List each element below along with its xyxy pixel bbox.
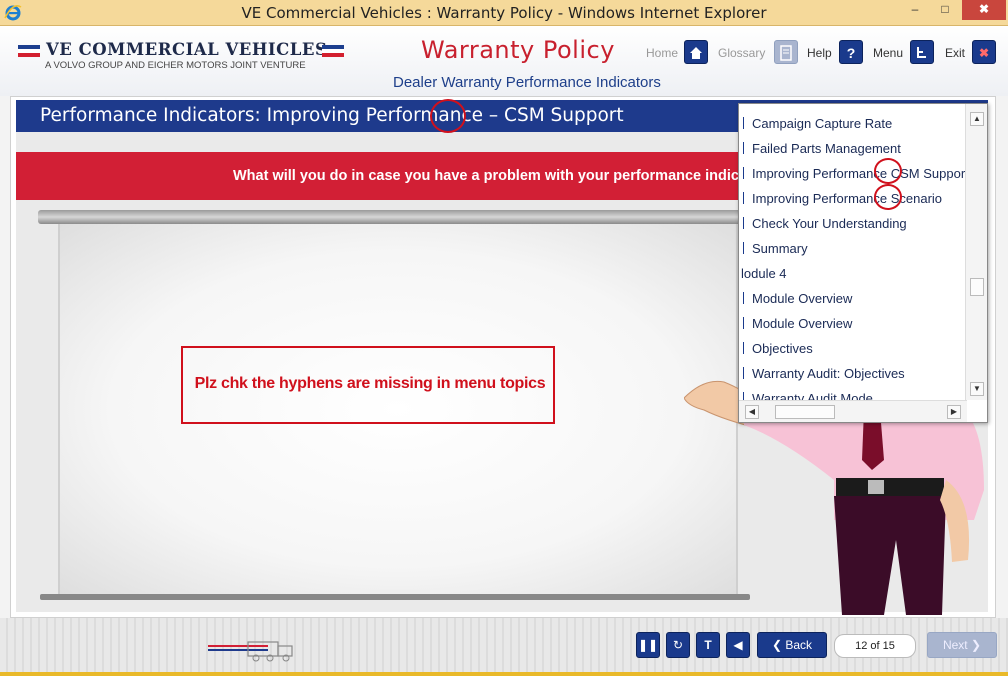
transcript-button[interactable]: T (696, 632, 720, 658)
menu-item-label: Summary (752, 241, 808, 256)
course-title: Warranty Policy (421, 36, 615, 64)
menu-item-label: Improving Performance CSM Suppor (752, 166, 965, 181)
flag-icon (322, 45, 344, 57)
menu-item-marker (743, 392, 744, 400)
menu-item-label: Campaign Capture Rate (752, 116, 893, 131)
help-button[interactable]: ? (839, 40, 863, 64)
course-header: VE COMMERCIAL VEHICLES A VOLVO GROUP AND… (0, 26, 1008, 96)
scroll-thumb[interactable] (970, 278, 984, 296)
menu-item-marker (743, 292, 744, 304)
scroll-right-arrow-icon[interactable]: ▶ (947, 405, 961, 419)
menu-vertical-scrollbar[interactable]: ▲ ▼ (965, 104, 987, 400)
menu-item-label: Improving Performance Scenario (752, 191, 943, 206)
menu-item[interactable]: Improving Performance Scenario (743, 189, 942, 209)
menu-item-label: Check Your Understanding (752, 216, 907, 231)
course-subtitle: Dealer Warranty Performance Indicators (393, 74, 661, 91)
menu-item-label: Module Overview (752, 316, 853, 331)
menu-item-label: Warranty Audit: Objectives (752, 366, 905, 381)
minimize-button[interactable]: – (902, 0, 928, 20)
flag-icon (18, 45, 40, 57)
menu-item-marker (743, 317, 744, 329)
scroll-down-arrow-icon[interactable]: ▼ (970, 382, 984, 396)
review-circle-marker (874, 158, 902, 184)
back-arrow-icon: ❮ (771, 638, 783, 652)
back-button[interactable]: ❮ Back (757, 632, 827, 658)
projector-screen-bottom (40, 594, 750, 600)
menu-item[interactable]: Objectives (743, 339, 813, 359)
scroll-left-arrow-icon[interactable]: ◀ (745, 405, 759, 419)
review-circle-marker (874, 184, 902, 210)
window-title: VE Commercial Vehicles : Warranty Policy… (241, 4, 767, 22)
menu-item-marker (743, 167, 744, 179)
audio-button[interactable]: ◀ (726, 632, 750, 658)
page-title: Performance Indicators: Improving Perfor… (40, 105, 624, 126)
menu-horizontal-scrollbar[interactable]: ◀ ▶ (739, 400, 967, 422)
exit-label: Exit (945, 46, 966, 60)
scroll-up-arrow-icon[interactable]: ▲ (970, 112, 984, 126)
question-text: What will you do in case you have a prob… (233, 168, 752, 184)
menu-item-marker (743, 192, 744, 204)
menu-item-label: Failed Parts Management (752, 141, 901, 156)
next-label: Next (942, 638, 968, 652)
page-indicator: 12 of 15 (834, 634, 916, 658)
back-label: Back (785, 638, 813, 652)
menu-item-marker (743, 142, 744, 154)
menu-item-label: Warranty Audit Mode (752, 391, 873, 400)
menu-item[interactable]: Module Overview (743, 289, 852, 309)
glossary-button[interactable] (774, 40, 798, 64)
menu-module-heading[interactable]: lodule 4 (741, 264, 787, 284)
menu-label: Menu (873, 46, 904, 60)
menu-item-label: Module Overview (752, 291, 853, 306)
menu-item-label: lodule 4 (741, 266, 787, 281)
menu-item[interactable]: Warranty Audit Mode (743, 389, 873, 400)
menu-item[interactable]: Campaign Capture Rate (743, 114, 892, 134)
ve-logo: VE COMMERCIAL VEHICLES A VOLVO GROUP AND… (18, 40, 348, 88)
player-footer: ❚❚ ↻ T ◀ ❮ Back 12 of 15 Next ❯ (0, 618, 1008, 676)
menu-item[interactable]: Warranty Audit: Objectives (743, 364, 905, 384)
menu-item[interactable]: Summary (743, 239, 808, 259)
help-label: Help (807, 46, 832, 60)
menu-item[interactable]: Check Your Understanding (743, 214, 907, 234)
projector-screen-rod (38, 210, 754, 224)
home-label: Home (646, 46, 679, 60)
brand-tagline: A VOLVO GROUP AND EICHER MOTORS JOINT VE… (45, 60, 306, 71)
review-comment-box: Plz chk the hyphens are missing in menu … (181, 346, 555, 424)
menu-item-marker (743, 342, 744, 354)
menu-button[interactable] (910, 40, 934, 64)
menu-item-marker (743, 117, 744, 129)
replay-button[interactable]: ↻ (666, 632, 690, 658)
brand-name: VE COMMERCIAL VEHICLES (46, 40, 328, 59)
help-nav[interactable]: Help ? (807, 40, 865, 66)
menu-item-marker (743, 217, 744, 229)
next-button[interactable]: Next ❯ (927, 632, 997, 658)
menu-nav[interactable]: Menu (873, 40, 935, 66)
review-circle-marker (430, 99, 466, 133)
close-window-button[interactable]: ✖ (962, 0, 1006, 20)
menu-tree-icon (917, 47, 926, 58)
exit-button[interactable]: ✖ (972, 40, 996, 64)
scroll-thumb[interactable] (775, 405, 835, 419)
menu-item[interactable]: Improving Performance CSM Suppor (743, 164, 965, 184)
book-icon (780, 45, 792, 61)
maximize-button[interactable]: □ (932, 0, 958, 20)
menu-dropdown[interactable]: Campaign Capture Rate Failed Parts Manag… (738, 103, 988, 423)
glossary-nav[interactable]: Glossary (718, 40, 800, 66)
exit-nav[interactable]: Exit ✖ (945, 40, 997, 66)
window-titlebar: VE Commercial Vehicles : Warranty Policy… (0, 0, 1008, 26)
footer-accent-strip (0, 672, 1008, 676)
menu-topic-list[interactable]: Campaign Capture Rate Failed Parts Manag… (739, 104, 965, 400)
menu-item[interactable]: Module Overview (743, 314, 852, 334)
menu-item-label: Objectives (752, 341, 813, 356)
home-nav[interactable]: Home (646, 40, 708, 66)
pause-button[interactable]: ❚❚ (636, 632, 660, 658)
menu-item-marker (743, 367, 744, 379)
menu-item[interactable]: Failed Parts Management (743, 139, 901, 159)
truck-icon (208, 641, 293, 662)
next-arrow-icon: ❯ (970, 638, 982, 652)
review-comment-text: Plz chk the hyphens are missing in menu … (194, 375, 546, 392)
glossary-label: Glossary (718, 46, 766, 60)
menu-item-marker (743, 242, 744, 254)
home-button[interactable] (684, 40, 708, 64)
home-icon (690, 47, 702, 59)
